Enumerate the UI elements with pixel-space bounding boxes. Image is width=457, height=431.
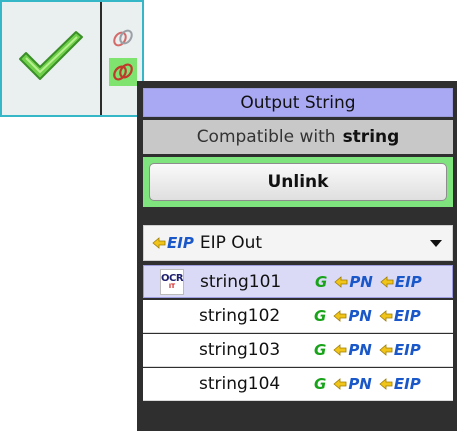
list-item-name: string104 <box>199 374 281 394</box>
unlink-button[interactable]: Unlink <box>149 163 447 201</box>
link-panel: Output String Compatible with string Unl… <box>137 81 457 431</box>
pn-tag: PN <box>333 307 372 325</box>
chain-link-icon <box>113 63 133 81</box>
list-item-tags: G PN EIP <box>314 375 421 393</box>
compatible-prefix: Compatible with <box>196 127 336 147</box>
list-item-string102[interactable]: string102 G PN EIP <box>143 300 453 333</box>
empty-icon-cell <box>143 368 199 401</box>
compatibility-info: Compatible with string <box>143 120 453 154</box>
g-tag: G <box>314 341 327 359</box>
arrow-left-icon <box>380 275 394 288</box>
eip-badge: EIP <box>152 234 194 252</box>
arrow-left-icon <box>152 237 166 249</box>
g-tag: G <box>314 375 327 393</box>
ocr-icon-cell: OCR IT <box>144 265 200 298</box>
ocr-icon: OCR IT <box>160 268 184 295</box>
eip-tag: EIP <box>379 375 421 393</box>
pn-tag: PN <box>333 341 372 359</box>
list-item-name: string103 <box>199 340 281 360</box>
checkmark-icon <box>19 30 83 80</box>
list-item-name: string101 <box>200 271 282 292</box>
arrow-left-icon <box>379 344 393 356</box>
eip-tag: EIP <box>379 341 421 359</box>
arrow-left-icon <box>333 344 347 356</box>
pn-tag: PN <box>334 273 373 291</box>
chain-link-icon <box>113 29 133 47</box>
eip-tag: EIP <box>380 273 422 291</box>
list-item-string103[interactable]: string103 G PN EIP <box>143 334 453 367</box>
node-widget[interactable] <box>0 0 144 117</box>
arrow-left-icon <box>333 378 347 390</box>
node-link-column <box>102 2 142 115</box>
unlink-highlight: Unlink <box>143 157 453 207</box>
empty-icon-cell <box>143 334 199 367</box>
eip-tag: EIP <box>379 307 421 325</box>
empty-icon-cell <box>143 300 199 333</box>
panel-title: Output String <box>143 88 453 117</box>
list-item-tags: G PN EIP <box>314 307 421 325</box>
arrow-left-icon <box>379 378 393 390</box>
link-slot-1[interactable] <box>109 24 137 52</box>
source-select-value: EIP Out <box>199 233 263 253</box>
arrow-left-icon <box>333 310 347 322</box>
source-select-label: EIP EIP Out <box>152 233 262 253</box>
list-item-string104[interactable]: string104 G PN EIP <box>143 368 453 401</box>
pn-tag: PN <box>333 375 372 393</box>
list-item-string101[interactable]: OCR IT string101 G PN EIP <box>143 265 453 298</box>
compatible-type: string <box>342 127 400 147</box>
g-tag: G <box>315 272 328 291</box>
source-select[interactable]: EIP EIP Out <box>143 225 453 261</box>
list-item-tags: G PN EIP <box>314 341 421 359</box>
chevron-down-icon <box>430 239 442 247</box>
link-slot-2-active[interactable] <box>109 58 137 86</box>
g-tag: G <box>314 307 327 325</box>
list-item-tags: G PN EIP <box>315 273 422 291</box>
arrow-left-icon <box>379 310 393 322</box>
arrow-left-icon <box>334 275 348 288</box>
node-status-area <box>2 2 100 115</box>
list-item-name: string102 <box>199 306 281 326</box>
